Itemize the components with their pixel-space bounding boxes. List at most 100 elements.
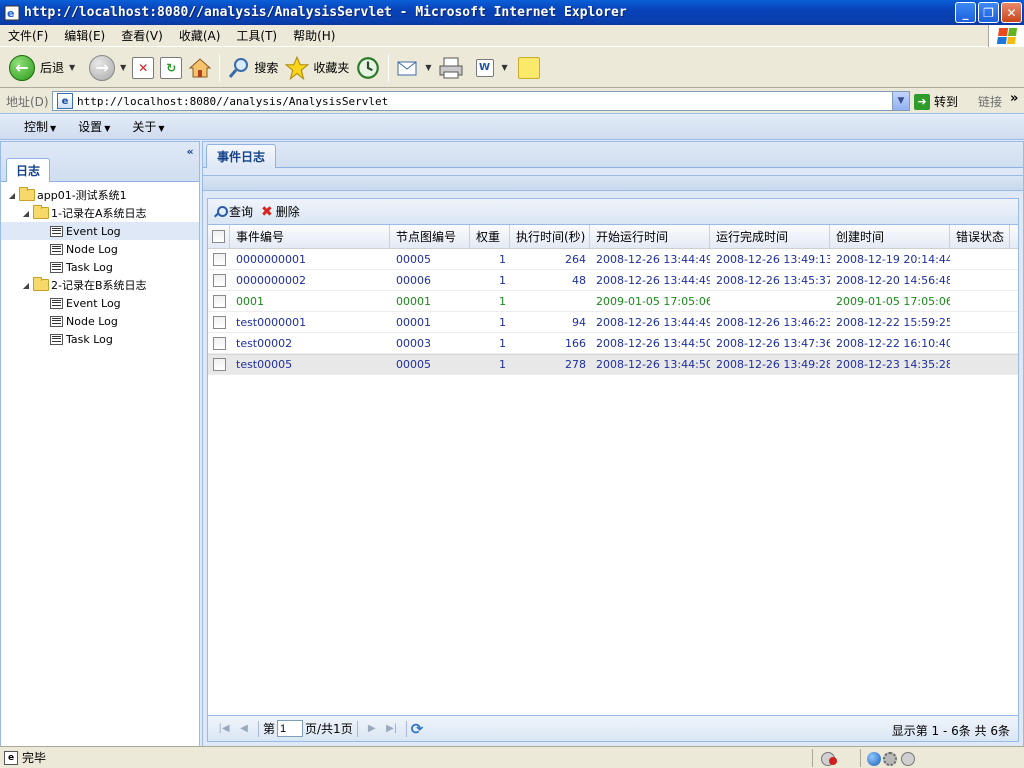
prev-page-icon[interactable]: ◀ [236,723,252,734]
links-button[interactable]: 链接 [978,93,1002,110]
stop-button[interactable]: ✕ [129,51,157,85]
table-cell-error [950,270,1010,290]
column-header[interactable]: 执行时间(秒) [510,225,590,248]
menu-help[interactable]: 帮助(H) [285,27,343,44]
log-icon [50,333,63,345]
address-bar: 地址(D) e http://localhost:8080//analysis/… [0,89,1024,113]
tree-leaf-task-log-b[interactable]: Task Log [1,330,199,348]
column-header[interactable]: 节点图编号 [390,225,470,248]
address-url[interactable]: http://localhost:8080//analysis/Analysis… [77,95,388,108]
query-label: 查询 [229,205,254,219]
menu-favorites[interactable]: 收藏(A) [171,27,229,44]
pagination-bar: |◀ ◀ 第 页/共1页 ▶ ▶| ⟳ 显示第 1 - 6条 共 6条 [208,715,1018,741]
tree-leaf-event-log-b[interactable]: Event Log [1,294,199,312]
close-button[interactable]: ✕ [1001,2,1022,23]
back-dropdown-icon[interactable]: ▼ [69,63,75,72]
minimize-button[interactable]: _ [955,2,976,23]
go-button[interactable]: ➜ 转到 [914,93,958,110]
tab-log[interactable]: 日志 [6,158,50,182]
app-menu-about[interactable]: 关于 ▼ [122,118,176,135]
tree-leaf-node-log-b[interactable]: Node Log [1,312,199,330]
row-checkbox[interactable] [208,291,230,311]
svg-text:e: e [7,7,14,20]
row-checkbox[interactable] [208,270,230,290]
notes-button[interactable] [515,51,543,85]
forward-dropdown-icon[interactable]: ▼ [120,63,126,72]
row-checkbox[interactable] [208,333,230,353]
edit-dropdown-icon[interactable]: ▼ [502,63,508,72]
table-cell-error [950,333,1010,353]
last-page-icon[interactable]: ▶| [384,723,400,734]
row-checkbox[interactable] [208,312,230,332]
first-page-icon[interactable]: |◀ [216,723,232,734]
table-row[interactable]: test0000001 00001 1 94 2008-12-26 13:44:49 20… [208,312,1018,333]
table-cell-id: 0001 [236,294,264,308]
delete-button[interactable]: ✖ 删除 [261,203,300,220]
forward-button[interactable]: → ▼ [86,51,129,85]
favorites-button[interactable]: 收藏夹 [281,51,352,85]
row-checkbox[interactable] [208,249,230,269]
menu-file[interactable]: 文件(F) [0,27,56,44]
table-cell-exec: 94 [572,315,586,329]
tree-node-root[interactable]: ◢ app01-测试系统1 [1,186,199,204]
column-header[interactable]: 开始运行时间 [590,225,710,248]
app-menu-settings[interactable]: 设置 ▼ [68,118,122,135]
restore-button[interactable]: ❐ [978,2,999,23]
table-cell-node: 00006 [396,273,431,287]
next-page-icon[interactable]: ▶ [364,723,380,734]
table-cell-created: 2008-12-22 16:10:40 [836,336,950,350]
tree-node-group-b[interactable]: ◢ 2-记录在B系统日志 [1,276,199,294]
column-header[interactable]: 运行完成时间 [710,225,830,248]
address-input[interactable]: e http://localhost:8080//analysis/Analys… [52,91,910,111]
table-cell-weight: 1 [499,358,506,371]
table-row[interactable]: test00002 00003 1 166 2008-12-26 13:44:50 200… [208,333,1018,354]
tree-label: Task Log [66,332,113,346]
table-row[interactable]: 0000000002 00006 1 48 2008-12-26 13:44:49 200… [208,270,1018,291]
collapse-arrow-icon[interactable]: ◢ [21,209,31,218]
search-button[interactable]: 搜索 [224,51,281,85]
print-button[interactable] [435,51,467,85]
collapse-panel-icon[interactable]: « [183,144,197,158]
address-dropdown-icon[interactable]: ▼ [892,92,909,110]
table-cell-id: test00002 [236,336,293,350]
page-number-input[interactable] [277,720,304,737]
collapse-arrow-icon[interactable]: ◢ [21,281,31,290]
table-row[interactable]: 0000000001 00005 1 264 2008-12-26 13:44:49 20… [208,249,1018,270]
table-row[interactable]: 0001 00001 1 2009-01-05 17:05:06 2009-01-05 … [208,291,1018,312]
mail-dropdown-icon[interactable]: ▼ [425,63,431,72]
history-button[interactable] [352,51,384,85]
tree-leaf-event-log-a[interactable]: Event Log [1,222,199,240]
home-button[interactable] [185,51,215,85]
refresh-icon: ↻ [160,56,183,79]
column-header[interactable]: 权重 [470,225,510,248]
collapse-arrow-icon[interactable]: ◢ [7,191,17,200]
pager-separator [405,720,407,737]
paging-info: 显示第 1 - 6条 共 6条 [891,724,1010,738]
column-header[interactable]: 事件编号 [230,225,390,248]
chevron-right-icon[interactable]: » [1010,91,1018,106]
query-button[interactable]: 查询 [214,203,253,220]
mail-button[interactable]: ▼ [393,51,434,85]
back-button[interactable]: ← 后退 ▼ [6,51,78,85]
column-header[interactable]: 错误状态 [950,225,1010,248]
tab-event-log[interactable]: 事件日志 [206,144,276,168]
menu-edit[interactable]: 编辑(E) [56,27,113,44]
table-row[interactable]: test00005 00005 1 278 2008-12-26 13:44:50 200… [208,354,1018,375]
pager-separator [356,720,358,737]
folder-icon [33,277,49,291]
column-header[interactable]: 创建时间 [830,225,950,248]
status-cell [812,749,858,767]
table-cell-exec: 166 [565,336,586,350]
app-menu-control[interactable]: 控制 ▼ [14,118,68,135]
tree-node-group-a[interactable]: ◢ 1-记录在A系统日志 [1,204,199,222]
row-checkbox[interactable] [208,355,230,374]
page-icon: e [57,93,73,109]
select-all-checkbox[interactable] [208,225,230,248]
refresh-button[interactable]: ↻ [157,51,185,85]
menu-view[interactable]: 查看(V) [113,27,171,44]
menu-tools[interactable]: 工具(T) [228,27,285,44]
tree-leaf-node-log-a[interactable]: Node Log [1,240,199,258]
tree-leaf-task-log-a[interactable]: Task Log [1,258,199,276]
refresh-icon[interactable]: ⟳ [411,720,424,738]
edit-word-button[interactable]: W ▼ [473,51,511,85]
